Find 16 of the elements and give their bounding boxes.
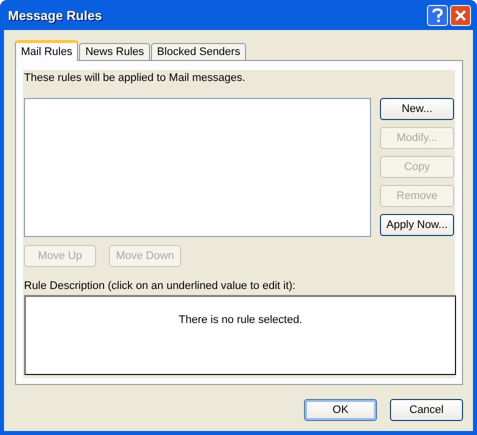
dialog-button[interactable]: OK xyxy=(304,399,377,421)
description-text: There is no rule selected. xyxy=(178,314,302,328)
dialog-button[interactable]: Cancel xyxy=(390,399,463,421)
help-icon xyxy=(432,8,443,22)
tab[interactable]: News Rules xyxy=(79,43,150,61)
close-button[interactable] xyxy=(450,4,471,26)
help-button[interactable] xyxy=(427,4,448,26)
action-button[interactable]: Apply Now... xyxy=(380,214,454,236)
tab[interactable]: Mail Rules xyxy=(15,40,78,61)
window-title: Message Rules xyxy=(8,8,102,22)
close-icon xyxy=(455,10,466,20)
action-button[interactable]: New... xyxy=(380,98,454,120)
intro-text: These rules will be applied to Mail messages. xyxy=(24,72,246,84)
rules-list[interactable] xyxy=(24,98,371,237)
tab[interactable]: Blocked Senders xyxy=(151,43,246,61)
description-label: Rule Description (click on an underlined value to edit it): xyxy=(24,280,296,292)
